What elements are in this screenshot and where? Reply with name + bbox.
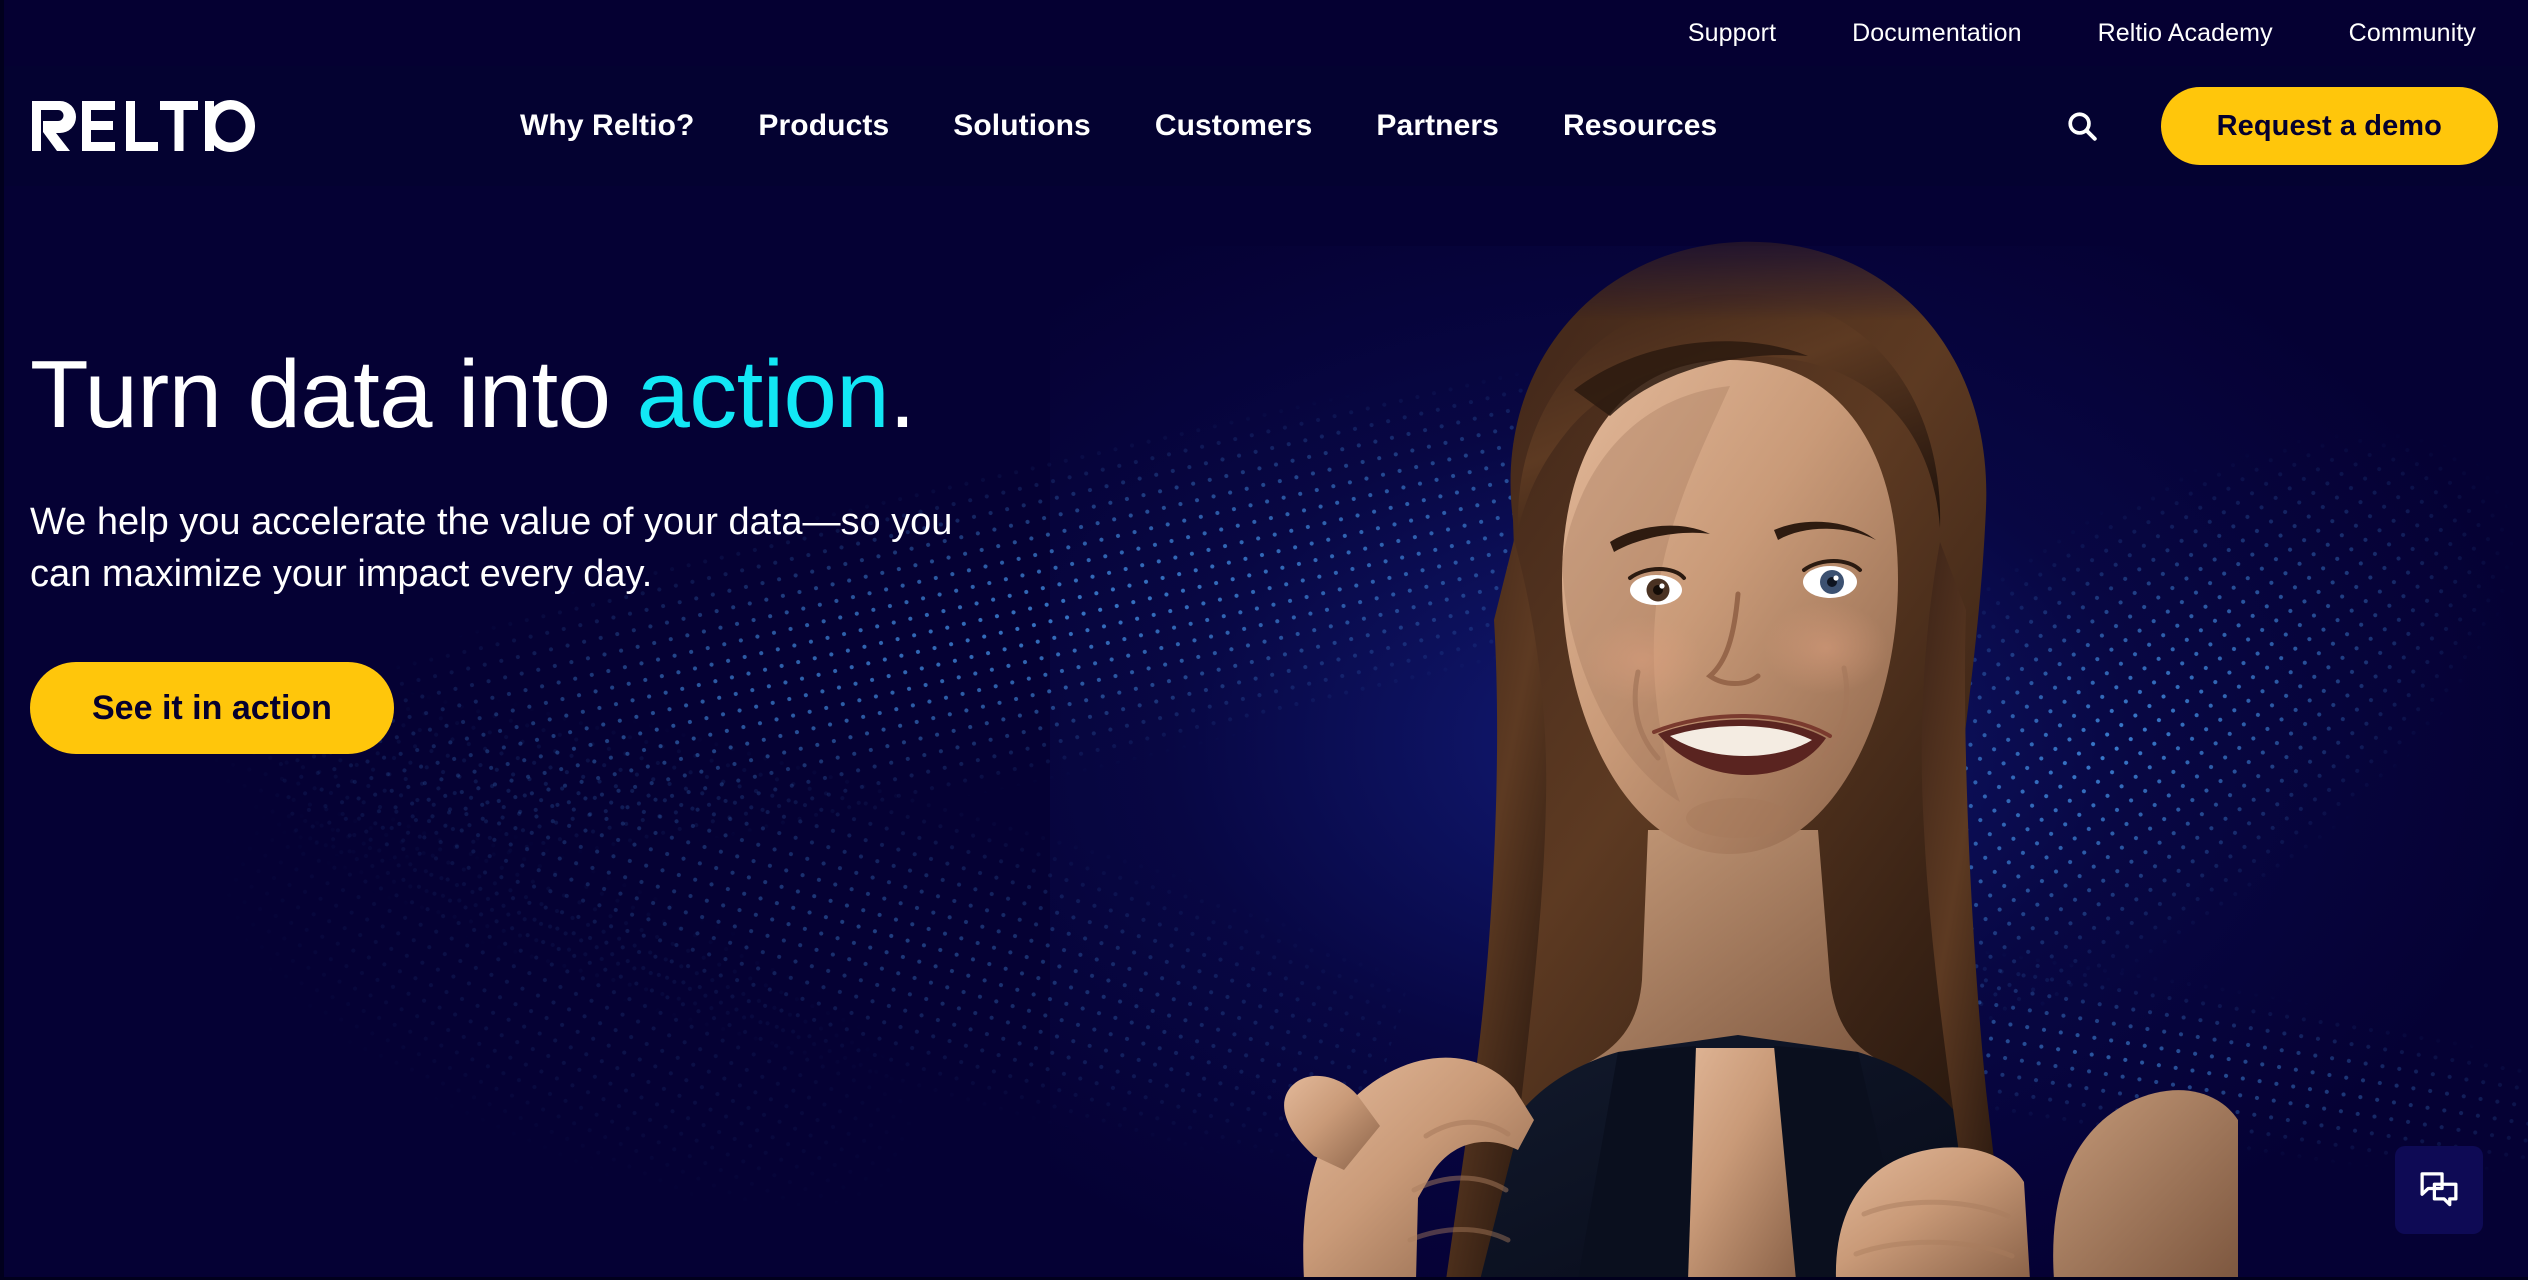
utility-navigation-bar: Support Documentation Reltio Academy Com… xyxy=(0,0,2528,66)
search-icon xyxy=(2065,109,2099,143)
hero-headline-period: . xyxy=(889,341,916,448)
window-left-edge xyxy=(0,0,4,1280)
nav-link-resources[interactable]: Resources xyxy=(1563,109,1717,143)
hero-headline-accent: action xyxy=(636,341,890,448)
nav-link-products[interactable]: Products xyxy=(758,109,889,143)
reltio-logo[interactable] xyxy=(30,100,255,152)
hero-headline: Turn data into action. xyxy=(30,346,1130,444)
hero-subtitle: We help you accelerate the value of your… xyxy=(30,500,953,595)
hero-background-glow xyxy=(1050,246,2528,1280)
utility-link-support[interactable]: Support xyxy=(1688,19,1776,48)
chat-bubbles-icon xyxy=(2416,1167,2462,1213)
nav-link-solutions[interactable]: Solutions xyxy=(953,109,1091,143)
hero-presenter-photo xyxy=(1218,190,2238,1280)
dotted-wave-right-band-icon xyxy=(1584,785,2528,1280)
nav-link-why-reltio[interactable]: Why Reltio? xyxy=(520,109,694,143)
hero-headline-lead: Turn data into xyxy=(30,341,637,448)
see-it-in-action-button[interactable]: See it in action xyxy=(30,662,394,754)
primary-navigation: Why Reltio? Products Solutions Customers… xyxy=(520,66,1781,186)
request-demo-button[interactable]: Request a demo xyxy=(2160,87,2498,165)
hero-copy: Turn data into action. We help you accel… xyxy=(30,346,1130,754)
hero-section: Turn data into action. We help you accel… xyxy=(0,186,2528,1280)
page-root: Support Documentation Reltio Academy Com… xyxy=(0,0,2528,1280)
utility-link-reltio-academy[interactable]: Reltio Academy xyxy=(2098,19,2273,48)
nav-link-customers[interactable]: Customers xyxy=(1155,109,1313,143)
header-actions: Request a demo xyxy=(2055,66,2498,186)
utility-link-community[interactable]: Community xyxy=(2349,19,2476,48)
nav-link-partners[interactable]: Partners xyxy=(1376,109,1499,143)
main-header: Why Reltio? Products Solutions Customers… xyxy=(0,66,2528,186)
search-button[interactable] xyxy=(2055,99,2109,153)
chat-widget-button[interactable] xyxy=(2395,1146,2483,1234)
dotted-wave-right-crest-icon xyxy=(1458,186,2528,1280)
utility-link-documentation[interactable]: Documentation xyxy=(1852,19,2021,48)
